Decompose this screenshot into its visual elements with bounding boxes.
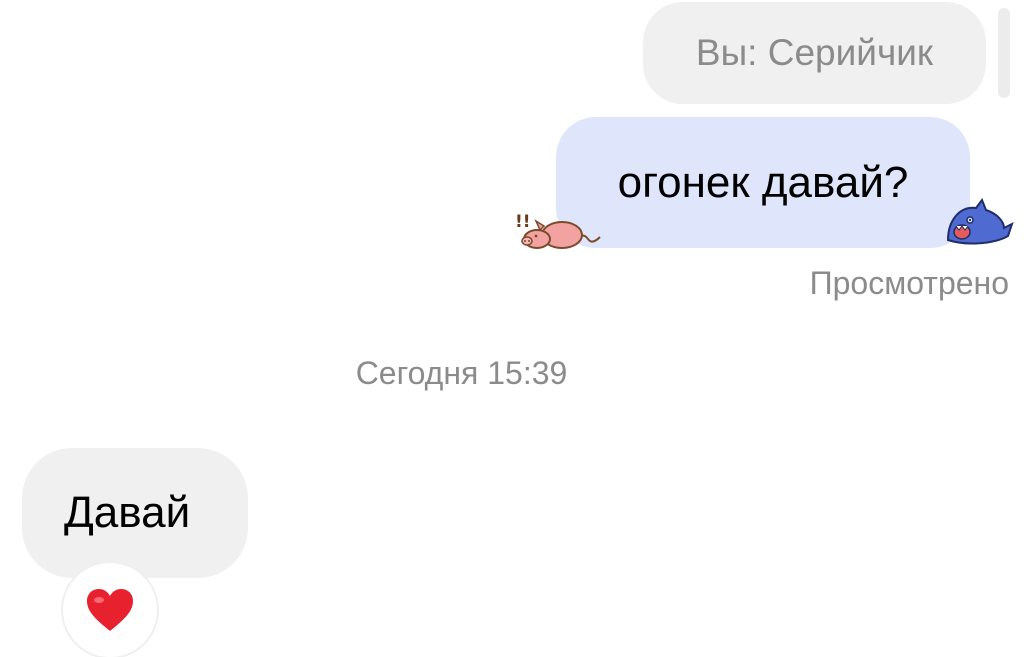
reaction-badge[interactable] <box>63 563 157 657</box>
scrollbar[interactable] <box>998 8 1010 98</box>
read-status: Просмотрено <box>809 265 1009 301</box>
incoming-message-text: Давай <box>64 488 191 537</box>
shark-sticker-icon <box>946 197 1014 245</box>
red-heart-icon <box>87 589 133 631</box>
outgoing-message-bubble[interactable]: огонек давай? <box>556 117 970 248</box>
incoming-message-bubble[interactable]: Давай <box>22 448 248 578</box>
reply-preview-bubble[interactable]: Вы: Серийчик <box>643 2 986 104</box>
svg-text:!!: !! <box>515 212 531 232</box>
reply-preview-text: Вы: Серийчик <box>695 32 934 73</box>
date-separator: Сегодня 15:39 <box>355 355 568 391</box>
pig-sticker-icon: !! <box>515 212 601 249</box>
outgoing-message-text: огонек давай? <box>617 157 909 207</box>
